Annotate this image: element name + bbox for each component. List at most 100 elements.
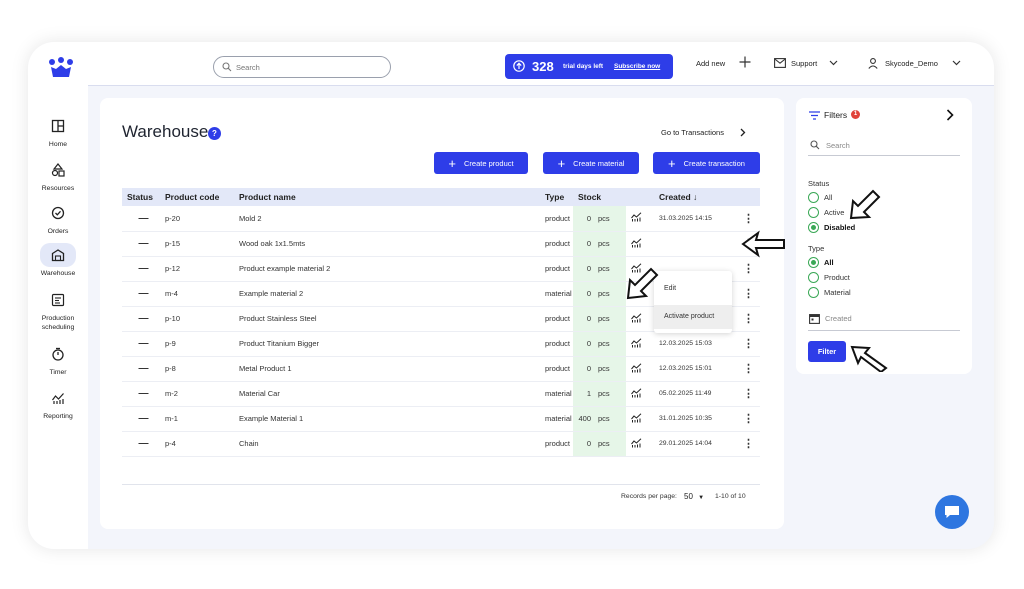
chart-icon[interactable]: [626, 356, 654, 382]
more-vertical-icon[interactable]: ⋮: [732, 431, 760, 457]
column-name[interactable]: Product name: [234, 188, 540, 206]
plus-icon: [739, 56, 751, 68]
arrow-up-circle-icon: [513, 60, 525, 72]
column-code[interactable]: Product code: [160, 188, 234, 206]
product-name-cell: Product Titanium Bigger: [234, 331, 540, 357]
user-icon: [868, 58, 878, 69]
sidebar-item-label: Home: [48, 141, 68, 148]
more-vertical-icon[interactable]: ⋮: [732, 356, 760, 382]
type-cell: product: [540, 331, 573, 357]
table-row[interactable]: — p-20 Mold 2 product 0 pcs 31.03.2025 14:15 ⋮: [122, 206, 760, 232]
add-new-button[interactable]: Add new: [696, 56, 751, 68]
filter-button[interactable]: Filter: [808, 341, 846, 362]
chart-icon[interactable]: [626, 306, 654, 332]
more-vertical-icon[interactable]: ⋮: [732, 281, 760, 307]
check-circle-icon: [51, 206, 65, 220]
annotation-arrow-icon: [626, 267, 659, 300]
stopwatch-icon: [52, 347, 64, 361]
table-row[interactable]: — p-8 Metal Product 1 product 0 pcs 12.03.2025…: [122, 356, 760, 382]
stock-cell: 0: [573, 281, 595, 307]
trial-days-text: trial days left: [563, 63, 604, 70]
menu-item-edit[interactable]: Edit: [654, 277, 732, 301]
stock-cell: 0: [573, 206, 595, 232]
sidebar-item-resources[interactable]: Resources: [28, 158, 88, 193]
sidebar-item-timer[interactable]: Timer: [28, 342, 88, 377]
table-header-row: Status Product code Product name Type St…: [122, 188, 760, 206]
status-cell: —: [122, 356, 160, 382]
pagination-range: 1-10 of 10: [715, 493, 746, 500]
go-to-transactions-link[interactable]: Go to Transactions: [661, 128, 746, 137]
stock-cell: 0: [573, 356, 595, 382]
more-vertical-icon[interactable]: ⋮: [732, 256, 760, 282]
created-cell: 05.02.2025 11:49: [654, 381, 732, 407]
stock-cell: 0: [573, 306, 595, 332]
records-per-page-select[interactable]: 50 ▼: [684, 492, 704, 501]
help-icon[interactable]: ?: [208, 127, 221, 140]
records-per-page-label: Records per page:: [621, 493, 677, 500]
table-row[interactable]: — p-4 Chain product 0 pcs 29.01.2025 14:04 ⋮: [122, 431, 760, 457]
crown-logo-icon[interactable]: [48, 56, 74, 80]
chat-button[interactable]: [935, 495, 969, 529]
sidebar-item-home[interactable]: Home: [28, 114, 88, 149]
chevron-right-icon[interactable]: [946, 109, 954, 121]
subscribe-link[interactable]: Subscribe now: [614, 63, 660, 70]
more-vertical-icon[interactable]: ⋮: [732, 406, 760, 432]
sidebar-item-warehouse[interactable]: Warehouse: [28, 243, 88, 278]
product-code-cell: p-4: [160, 431, 234, 457]
more-vertical-icon[interactable]: ⋮: [732, 206, 760, 232]
chevron-right-icon: [740, 128, 746, 137]
product-name-cell: Metal Product 1: [234, 356, 540, 382]
more-vertical-icon[interactable]: ⋮: [732, 306, 760, 332]
stock-cell: 400: [573, 406, 595, 432]
created-date-field[interactable]: Created: [808, 311, 960, 331]
created-cell: 31.03.2025 14:15: [654, 206, 732, 232]
add-new-label: Add new: [696, 59, 726, 68]
product-code-cell: p-20: [160, 206, 234, 232]
annotation-arrow-icon: [849, 189, 881, 220]
product-code-cell: p-8: [160, 356, 234, 382]
menu-item-activate-product[interactable]: Activate product: [654, 305, 732, 329]
chart-icon[interactable]: [626, 231, 654, 257]
status-cell: —: [122, 206, 160, 232]
more-vertical-icon[interactable]: ⋮: [732, 381, 760, 407]
product-code-cell: p-12: [160, 256, 234, 282]
plus-icon: +: [668, 155, 676, 171]
chevron-down-icon: [952, 60, 961, 66]
annotation-arrow-icon: [850, 345, 888, 372]
sidebar-item-production-scheduling[interactable]: Production scheduling: [28, 288, 88, 332]
chart-icon[interactable]: [626, 206, 654, 232]
chart-icon[interactable]: [626, 331, 654, 357]
chart-icon[interactable]: [626, 406, 654, 432]
column-stock[interactable]: Stock: [573, 188, 626, 206]
filter-search-field[interactable]: Search: [808, 136, 960, 156]
plus-icon: +: [448, 155, 456, 171]
table-row[interactable]: —p-15Wood oak 1x1.5mtsproduct0pcs⋮: [122, 231, 760, 257]
filters-count-badge: 1: [851, 110, 860, 119]
warehouse-icon: [51, 249, 65, 262]
top-header: 328 trial days left Subscribe now Add ne…: [88, 42, 994, 86]
status-cell: —: [122, 381, 160, 407]
chart-icon[interactable]: [626, 431, 654, 457]
layout-icon: [51, 119, 65, 133]
search-icon: [222, 62, 232, 72]
create-material-button[interactable]: + Create material: [543, 152, 639, 174]
table-row[interactable]: — m-2 Material Car material 1 pcs 05.02.2025 1…: [122, 381, 760, 407]
type-cell: product: [540, 206, 573, 232]
status-filter-label: Status: [808, 179, 830, 188]
column-status[interactable]: Status: [122, 188, 160, 206]
create-product-button[interactable]: + Create product: [434, 152, 528, 174]
sidebar-item-reporting[interactable]: Reporting: [28, 386, 88, 421]
create-transaction-button[interactable]: + Create transaction: [653, 152, 760, 174]
table-row[interactable]: — p-9 Product Titanium Bigger product 0 pcs 12…: [122, 331, 760, 357]
chevron-down-icon: [829, 60, 838, 66]
type-cell: material: [540, 406, 573, 432]
search-box[interactable]: [213, 56, 391, 78]
more-vertical-icon[interactable]: ⋮: [732, 331, 760, 357]
sidebar-item-orders[interactable]: Orders: [28, 201, 88, 236]
column-type[interactable]: Type: [540, 188, 573, 206]
product-name-cell: Mold 2: [234, 206, 540, 232]
column-created[interactable]: Created ↓: [654, 188, 732, 206]
search-input[interactable]: [236, 60, 381, 75]
table-row[interactable]: — m-1 Example Material 1 material 400 pcs 31.0…: [122, 406, 760, 432]
chart-icon[interactable]: [626, 381, 654, 407]
